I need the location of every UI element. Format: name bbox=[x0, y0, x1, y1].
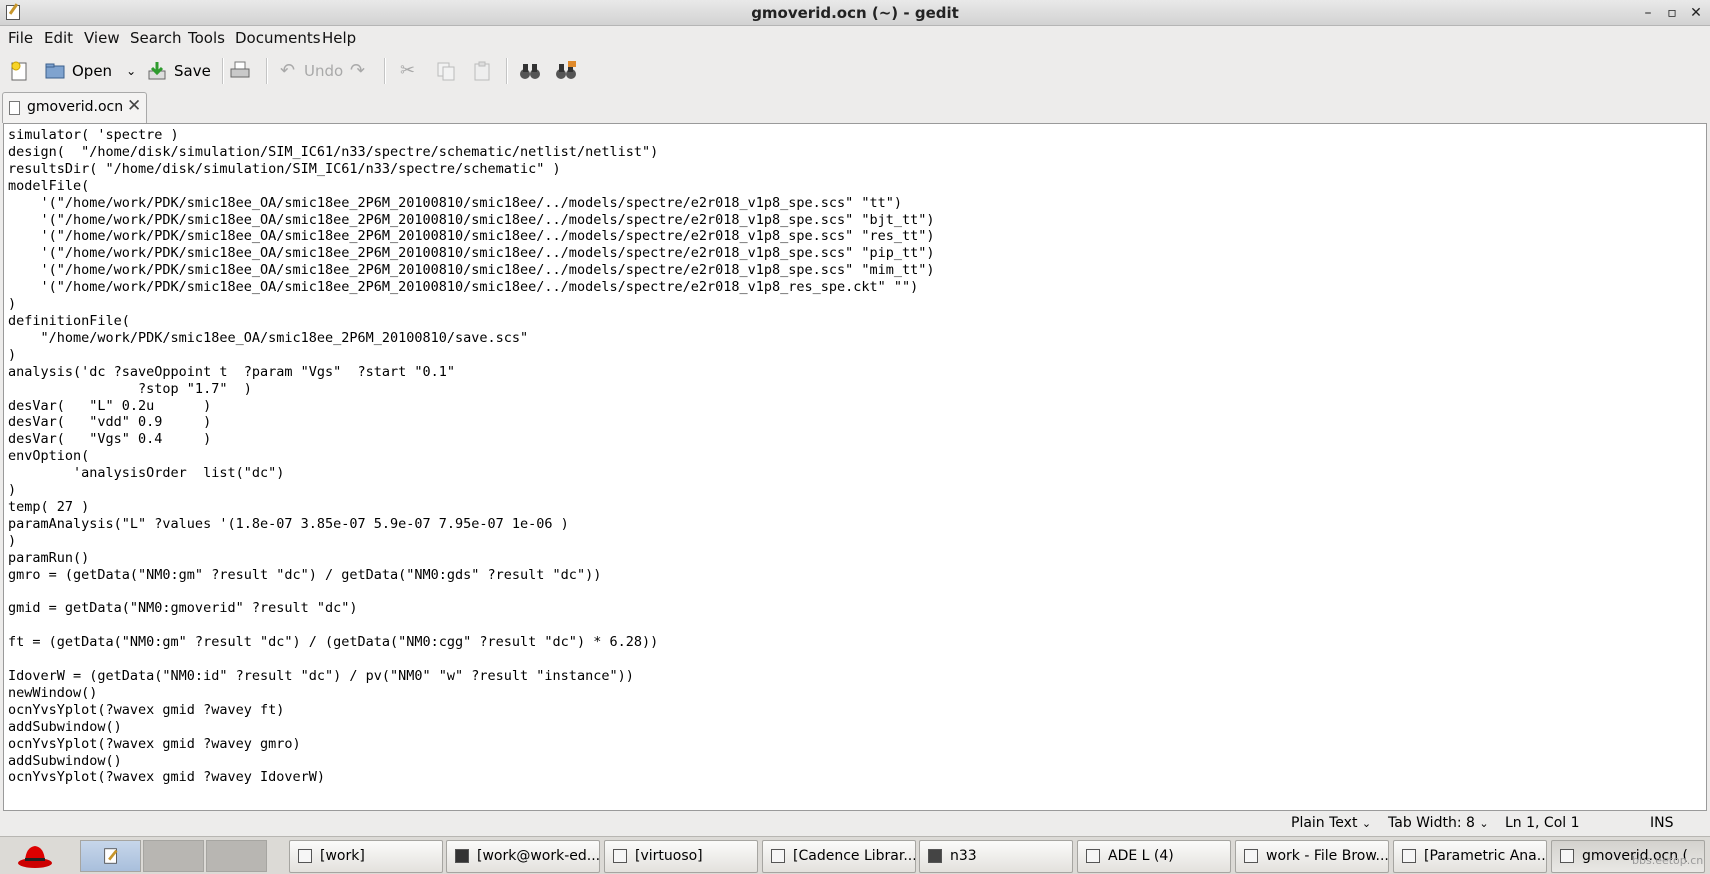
print-button[interactable] bbox=[229, 58, 251, 84]
undo-label: Undo bbox=[304, 62, 344, 80]
tab-width-label: Tab Width: 8 bbox=[1388, 815, 1475, 831]
task-virtuoso[interactable]: [virtuoso] bbox=[604, 840, 758, 873]
watermark: bbs.eetop.cn bbox=[1632, 854, 1704, 867]
menu-tools[interactable]: Tools bbox=[188, 29, 225, 47]
tab-label: gmoverid.ocn bbox=[27, 99, 124, 115]
redo-icon: ↷ bbox=[350, 60, 366, 81]
redo-button[interactable]: ↷ bbox=[350, 58, 372, 84]
maximize-button[interactable]: ▫ bbox=[1662, 3, 1682, 23]
text-editor[interactable]: simulator( 'spectre ) design( "/home/dis… bbox=[3, 123, 1707, 811]
menu-help[interactable]: Help bbox=[322, 29, 356, 47]
toolbar-separator bbox=[266, 58, 268, 84]
menu-file[interactable]: File bbox=[8, 29, 33, 47]
task-cadence-library[interactable]: [Cadence Librar... bbox=[762, 840, 916, 873]
find-button[interactable] bbox=[519, 58, 541, 84]
editor-content[interactable]: simulator( 'spectre ) design( "/home/dis… bbox=[4, 124, 1706, 786]
binoculars-icon bbox=[520, 64, 540, 79]
find-replace-icon bbox=[556, 61, 576, 79]
language-selector[interactable]: Plain Text ⌄ bbox=[1291, 815, 1371, 831]
chevron-down-icon: ⌄ bbox=[1479, 817, 1489, 830]
save-label: Save bbox=[174, 62, 211, 80]
window-icon bbox=[1402, 849, 1416, 863]
language-label: Plain Text bbox=[1291, 815, 1358, 831]
task-parametric-analysis[interactable]: [Parametric Ana... bbox=[1393, 840, 1547, 873]
toolbar: Open ⌄ Save ↶ Undo ↷ ✂ bbox=[0, 50, 1710, 92]
chevron-down-icon: ⌄ bbox=[1361, 817, 1372, 830]
cursor-position: Ln 1, Col 1 bbox=[1505, 815, 1580, 831]
task-work[interactable]: [work] bbox=[289, 840, 443, 873]
toolbar-separator bbox=[506, 58, 508, 84]
task-ade-l[interactable]: ADE L (4) bbox=[1077, 840, 1231, 873]
filebrowser-icon bbox=[1244, 849, 1258, 863]
redhat-menu-icon[interactable] bbox=[16, 841, 54, 871]
minimize-button[interactable]: – bbox=[1638, 3, 1658, 23]
open-button[interactable]: Open ⌄ bbox=[44, 58, 136, 84]
menu-documents[interactable]: Documents bbox=[235, 29, 321, 47]
document-icon bbox=[9, 101, 20, 115]
copy-button[interactable] bbox=[435, 58, 457, 84]
document-tabs: gmoverid.ocn ✕ bbox=[0, 92, 1710, 123]
virtuoso-icon bbox=[613, 849, 627, 863]
tab-width-selector[interactable]: Tab Width: 8 ⌄ bbox=[1388, 815, 1489, 831]
open-folder-icon bbox=[45, 63, 65, 79]
tab-gmoverid[interactable]: gmoverid.ocn ✕ bbox=[2, 92, 147, 123]
gedit-icon bbox=[1560, 849, 1574, 863]
workspace-3[interactable] bbox=[206, 840, 267, 872]
printer-icon bbox=[230, 61, 250, 78]
cut-button[interactable]: ✂ bbox=[400, 58, 422, 84]
chevron-down-icon[interactable]: ⌄ bbox=[126, 64, 136, 78]
menu-view[interactable]: View bbox=[84, 29, 120, 47]
menu-edit[interactable]: Edit bbox=[44, 29, 73, 47]
insert-mode: INS bbox=[1650, 815, 1674, 831]
workspace-1[interactable] bbox=[80, 840, 141, 872]
scissors-icon: ✂ bbox=[400, 60, 416, 81]
open-label: Open bbox=[72, 62, 113, 80]
schematic-icon bbox=[928, 849, 942, 863]
folder-icon bbox=[298, 849, 312, 863]
close-tab-icon[interactable]: ✕ bbox=[127, 96, 141, 116]
paste-button[interactable] bbox=[471, 58, 493, 84]
window-icon bbox=[771, 849, 785, 863]
workspace-2[interactable] bbox=[143, 840, 204, 872]
window-title: gmoverid.ocn (~) - gedit bbox=[751, 4, 959, 22]
terminal-icon bbox=[455, 849, 469, 863]
find-replace-button[interactable] bbox=[555, 58, 577, 84]
paste-icon bbox=[474, 61, 490, 81]
toolbar-separator bbox=[384, 58, 386, 84]
new-document-button[interactable] bbox=[8, 58, 30, 84]
task-n33[interactable]: n33 bbox=[919, 840, 1073, 873]
task-file-browser[interactable]: work - File Brow... bbox=[1235, 840, 1389, 873]
undo-icon: ↶ bbox=[280, 60, 296, 81]
close-window-button[interactable]: ✕ bbox=[1686, 3, 1706, 23]
save-button[interactable]: Save bbox=[146, 58, 211, 84]
task-terminal[interactable]: [work@work-ed... bbox=[446, 840, 600, 873]
new-document-icon bbox=[11, 61, 27, 81]
taskbar: [work] [work@work-ed... [virtuoso] [Cade… bbox=[0, 836, 1710, 874]
title-bar: gmoverid.ocn (~) - gedit – ▫ ✕ bbox=[0, 0, 1710, 26]
toolbar-separator bbox=[222, 58, 224, 84]
ade-icon bbox=[1086, 849, 1100, 863]
status-bar: Plain Text ⌄ Tab Width: 8 ⌄ Ln 1, Col 1 … bbox=[0, 811, 1710, 836]
gedit-icon bbox=[104, 848, 118, 864]
save-icon bbox=[148, 62, 166, 80]
menu-bar: File Edit View Search Tools Documents He… bbox=[0, 26, 1710, 50]
menu-search[interactable]: Search bbox=[130, 29, 182, 47]
undo-button[interactable]: ↶ Undo bbox=[280, 58, 343, 84]
copy-icon bbox=[437, 62, 455, 81]
